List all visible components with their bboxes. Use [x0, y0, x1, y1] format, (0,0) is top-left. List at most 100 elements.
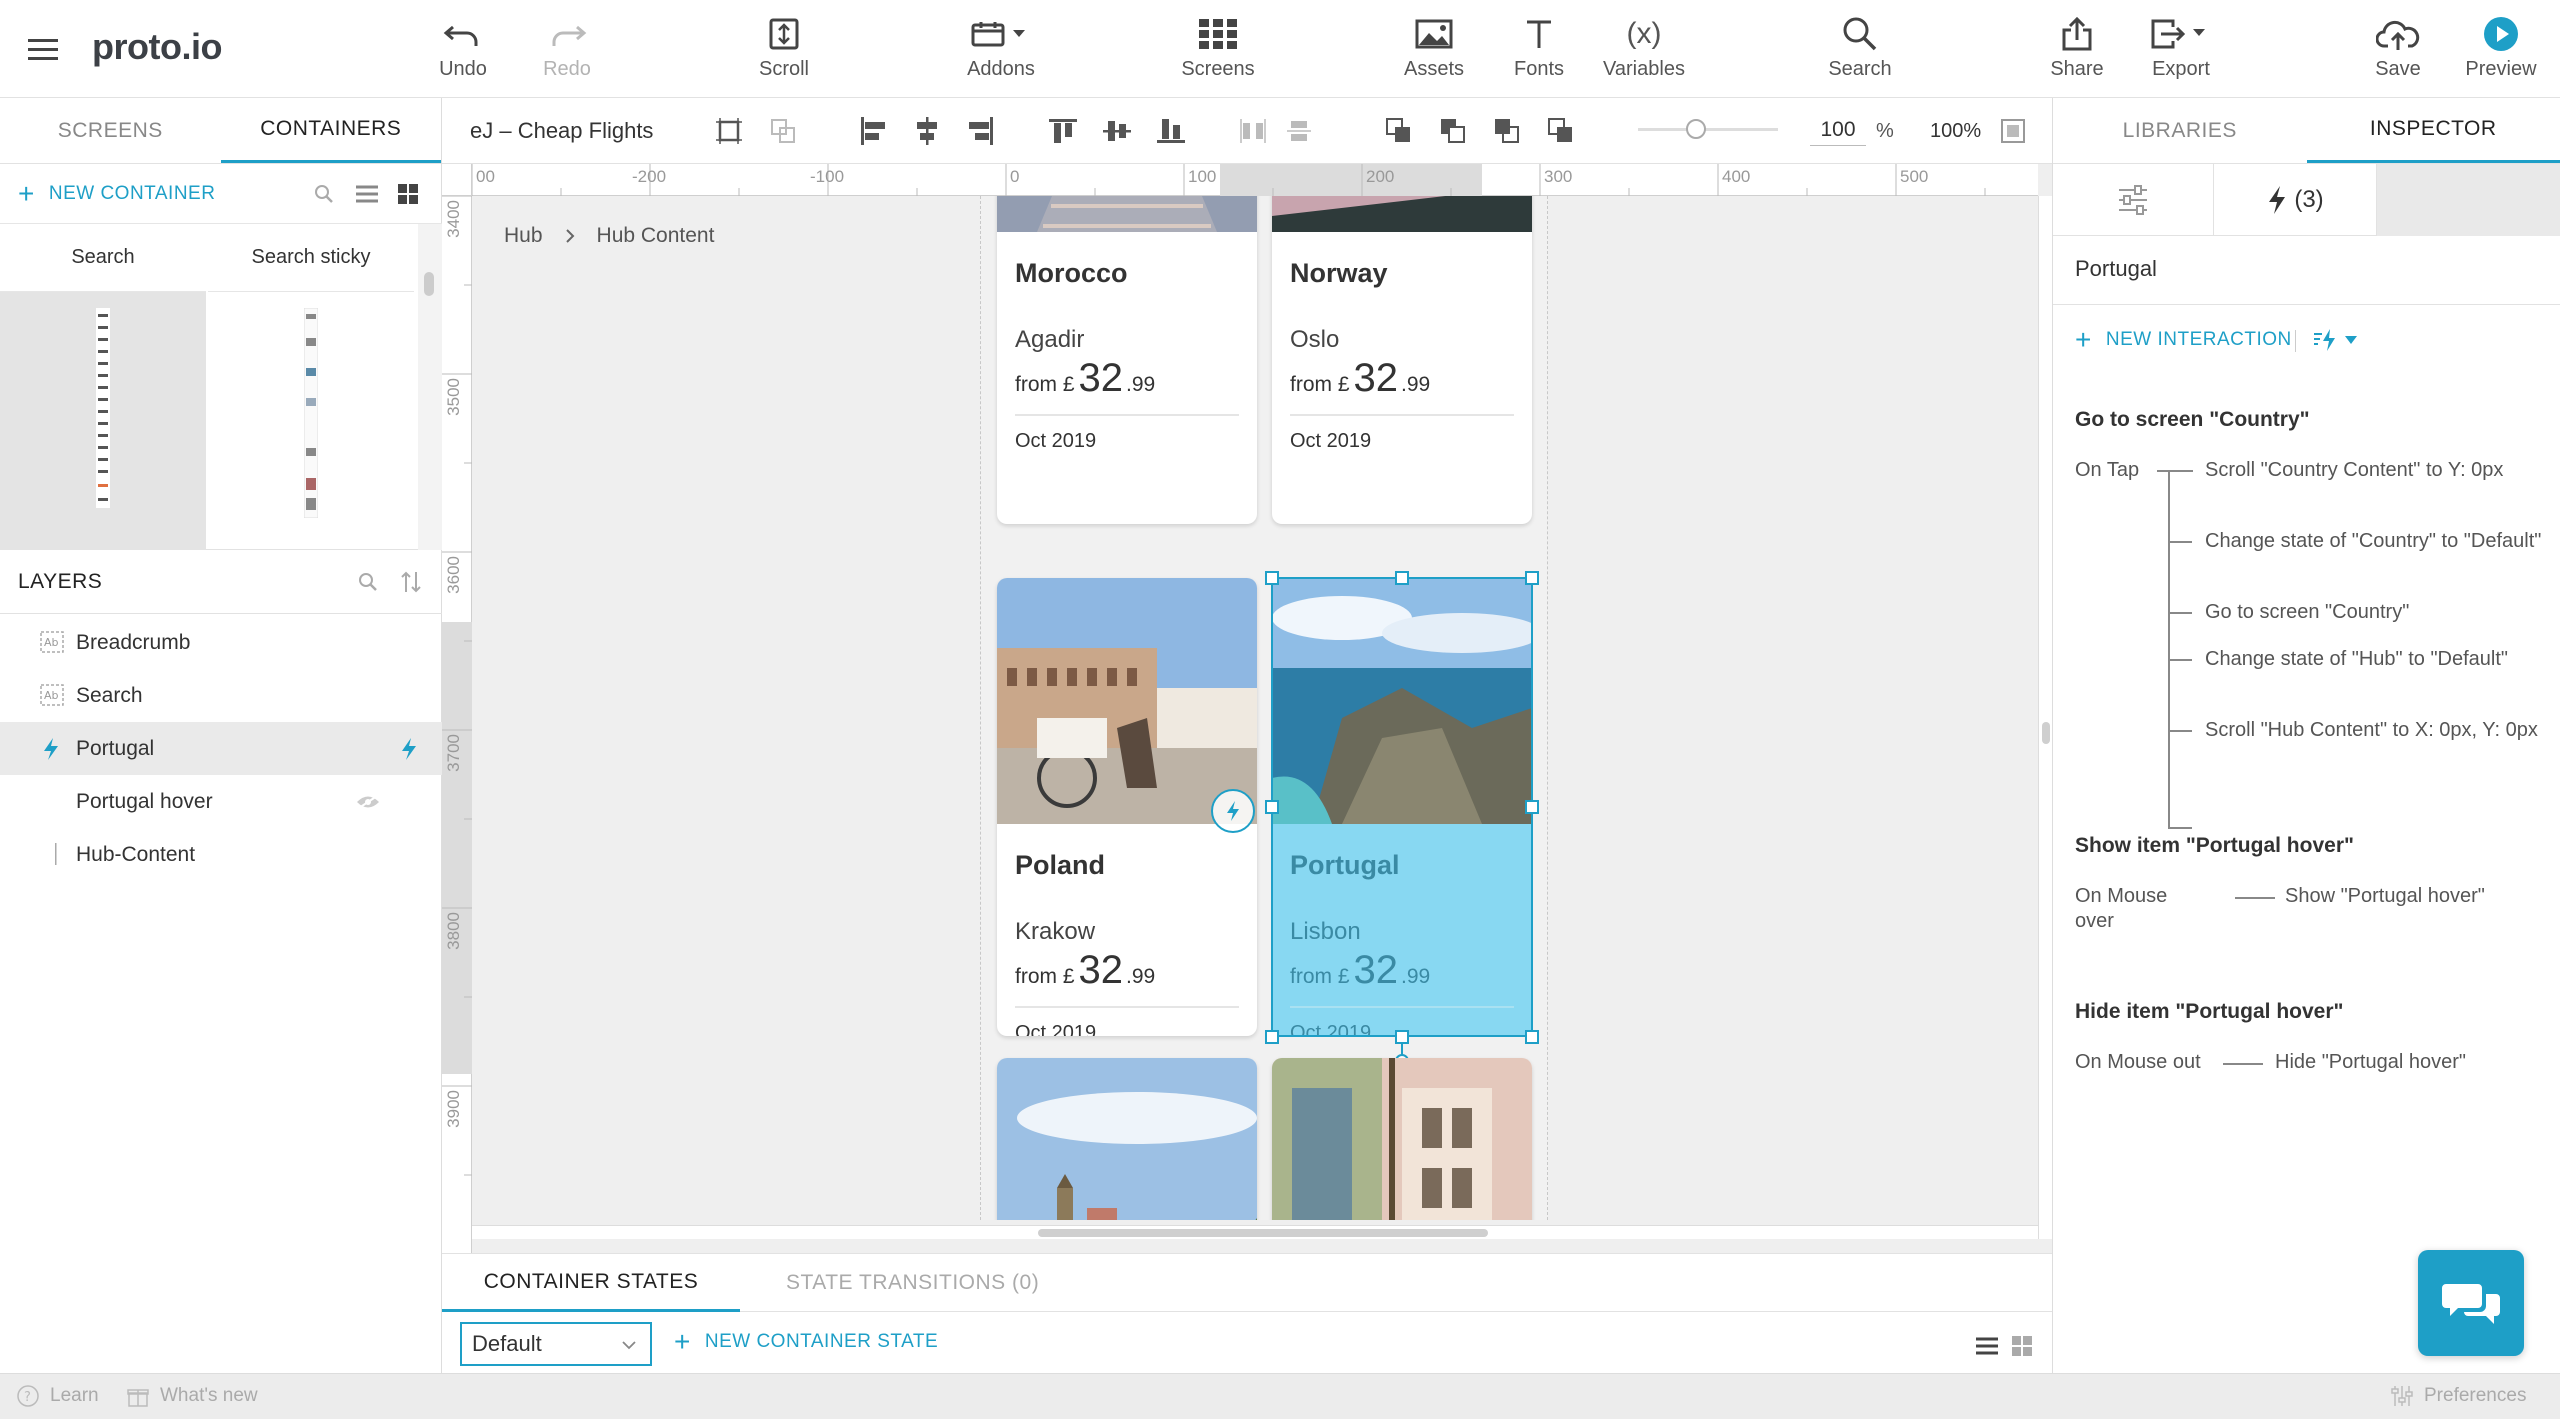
align-top-icon[interactable] — [1046, 114, 1080, 148]
screens-button[interactable]: Screens — [1158, 14, 1278, 86]
resize-handle[interactable] — [1395, 1030, 1409, 1044]
save-button[interactable]: Save — [2338, 14, 2458, 86]
fonts-button[interactable]: Fonts — [1479, 14, 1599, 86]
send-to-back-icon[interactable] — [1544, 114, 1578, 148]
bring-to-front-icon[interactable] — [1382, 114, 1416, 148]
tab-state-transitions[interactable]: STATE TRANSITIONS (0) — [786, 1254, 1039, 1312]
scroll-button[interactable]: Scroll — [724, 14, 844, 86]
distribute-h-icon[interactable] — [1236, 114, 1270, 148]
grid-view-icon[interactable] — [398, 184, 418, 204]
canvas-scrollbar-thumb[interactable] — [1038, 1229, 1488, 1237]
containers-scrollbar-track[interactable] — [418, 224, 442, 550]
tab-screens[interactable]: SCREENS — [0, 98, 221, 163]
container-thumb-search-sticky[interactable]: Search sticky — [208, 224, 414, 550]
layer-search[interactable]: Ab Search — [0, 669, 442, 722]
layer-breadcrumb[interactable]: Ab Breadcrumb — [0, 616, 442, 669]
preview-button[interactable]: Preview — [2441, 14, 2560, 86]
resize-handle[interactable] — [1525, 800, 1539, 814]
chat-support-button[interactable] — [2418, 1250, 2524, 1356]
destination-card[interactable] — [997, 1058, 1257, 1220]
canvas-scrollbar-thumb[interactable] — [2042, 722, 2050, 744]
hidden-eye-icon[interactable] — [356, 794, 380, 810]
resize-handle[interactable] — [1265, 800, 1279, 814]
assets-button[interactable]: Assets — [1374, 14, 1494, 86]
tab-container-states[interactable]: CONTAINER STATES — [442, 1254, 740, 1312]
new-interaction-button[interactable]: + NEW INTERACTION — [2075, 324, 2292, 356]
new-container-state-button[interactable]: + NEW CONTAINER STATE — [674, 1326, 938, 1358]
interaction-action[interactable]: Change state of "Hub" to "Default" — [2205, 647, 2545, 672]
preferences-link[interactable]: Preferences — [2390, 1384, 2526, 1408]
interaction-badge-icon[interactable] — [398, 737, 420, 761]
redo-button[interactable]: Redo — [507, 14, 627, 86]
align-center-h-icon[interactable] — [910, 114, 944, 148]
free-transform-icon[interactable] — [766, 114, 800, 148]
zoom-slider[interactable] — [1638, 119, 1778, 139]
interaction-action[interactable]: Hide "Portugal hover" — [2275, 1050, 2466, 1075]
interactions-subtab[interactable]: (3) — [2213, 164, 2377, 236]
tab-libraries[interactable]: LIBRARIES — [2053, 98, 2307, 163]
properties-subtab[interactable] — [2053, 164, 2213, 236]
bring-forward-icon[interactable] — [1436, 114, 1470, 148]
destination-card[interactable] — [1272, 1058, 1532, 1220]
destination-card-morocco[interactable]: Morocco Agadir from £32.99 Oct 2019 — [997, 196, 1257, 524]
share-button[interactable]: Share — [2017, 14, 2137, 86]
breadcrumb-item[interactable]: Hub Content — [597, 224, 715, 248]
zoom-100-button[interactable]: 100% — [1930, 120, 1981, 143]
resize-handle[interactable] — [1395, 571, 1409, 585]
interaction-title[interactable]: Go to screen "Country" — [2075, 408, 2310, 432]
variables-button[interactable]: (x) Variables — [1584, 14, 1704, 86]
layer-hub-content[interactable]: Hub-Content — [0, 828, 442, 881]
resize-handle[interactable] — [1525, 571, 1539, 585]
grid-view-icon[interactable] — [2012, 1336, 2032, 1356]
layer-portugal-hover[interactable]: Portugal hover — [0, 775, 442, 828]
send-backward-icon[interactable] — [1490, 114, 1524, 148]
search-button[interactable]: Search — [1800, 14, 1920, 86]
interaction-action[interactable]: Scroll "Country Content" to Y: 0px — [2205, 458, 2545, 483]
export-button[interactable]: Export — [2121, 14, 2241, 86]
align-bottom-icon[interactable] — [1154, 114, 1188, 148]
interaction-action[interactable]: Change state of "Country" to "Default" — [2205, 529, 2545, 554]
search-icon[interactable] — [314, 184, 334, 204]
align-right-icon[interactable] — [964, 114, 998, 148]
tab-containers[interactable]: CONTAINERS — [220, 98, 441, 163]
search-icon[interactable] — [358, 572, 378, 592]
sort-icon[interactable] — [400, 570, 422, 594]
canvas-scrollbar-vertical[interactable] — [2038, 196, 2052, 1239]
fit-screen-icon[interactable] — [1996, 114, 2030, 148]
artboard-hub[interactable]: Morocco Agadir from £32.99 Oct 2019 Norw… — [980, 196, 1548, 1220]
interaction-action[interactable]: Go to screen "Country" — [2205, 600, 2545, 625]
align-left-icon[interactable] — [856, 114, 890, 148]
interaction-indicator-icon[interactable] — [1211, 789, 1255, 833]
containers-scrollbar-thumb[interactable] — [424, 272, 434, 296]
list-view-icon[interactable] — [356, 184, 378, 204]
hamburger-menu-icon[interactable] — [26, 34, 60, 64]
undo-button[interactable]: Undo — [403, 14, 523, 86]
addons-button[interactable]: Addons — [941, 14, 1061, 86]
zoom-input[interactable]: 100 — [1810, 114, 1866, 146]
container-thumb-search[interactable]: Search — [0, 224, 206, 550]
destination-card-poland[interactable]: Poland Krakow from £32.99 Oct 2019 — [997, 578, 1257, 1036]
tab-inspector[interactable]: INSPECTOR — [2306, 98, 2560, 163]
distribute-v-icon[interactable] — [1282, 114, 1316, 148]
interaction-action[interactable]: Scroll "Hub Content" to X: 0px, Y: 0px — [2205, 718, 2545, 743]
screen-name[interactable]: eJ – Cheap Flights — [470, 118, 653, 144]
interaction-action[interactable]: Show "Portugal hover" — [2285, 884, 2485, 909]
state-select[interactable]: Default — [460, 1322, 652, 1366]
resize-handle[interactable] — [1265, 571, 1279, 585]
whats-new-link[interactable]: What's new — [126, 1384, 258, 1408]
destination-card-portugal[interactable]: Portugal Lisbon from £32.99 Oct 2019 — [1272, 578, 1532, 1036]
canvas-scrollbar-horizontal[interactable] — [472, 1225, 2038, 1239]
interaction-presets-dropdown[interactable] — [2311, 328, 2357, 352]
breadcrumb-item[interactable]: Hub — [504, 224, 543, 248]
learn-link[interactable]: ? Learn — [16, 1384, 99, 1408]
align-middle-v-icon[interactable] — [1100, 114, 1134, 148]
list-view-icon[interactable] — [1976, 1336, 1998, 1356]
design-canvas[interactable]: 00 -200 -100 0 100 200 300 400 500 3400 … — [442, 164, 2052, 1253]
resize-handle[interactable] — [1525, 1030, 1539, 1044]
app-logo[interactable]: proto.io — [92, 26, 222, 68]
fit-frame-icon[interactable] — [712, 114, 746, 148]
new-container-button[interactable]: + NEW CONTAINER — [18, 178, 215, 210]
interaction-title[interactable]: Show item "Portugal hover" — [2075, 834, 2354, 858]
interaction-title[interactable]: Hide item "Portugal hover" — [2075, 1000, 2343, 1024]
resize-handle[interactable] — [1265, 1030, 1279, 1044]
